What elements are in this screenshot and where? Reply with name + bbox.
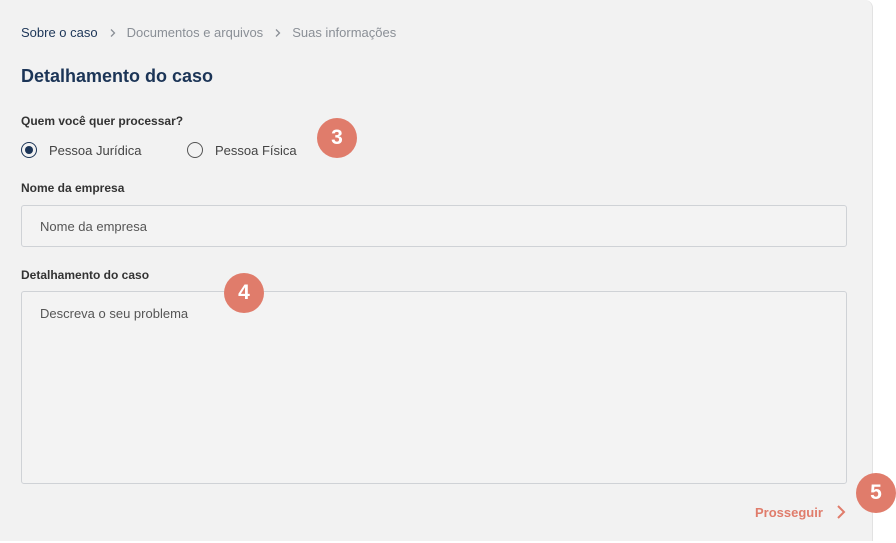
radio-unchecked-icon[interactable]	[187, 142, 203, 158]
step-badge-4: 4	[224, 273, 264, 313]
radio-pessoa-juridica[interactable]: Pessoa Jurídica	[21, 142, 142, 158]
radio-checked-icon[interactable]	[21, 142, 37, 158]
question-label: Quem você quer processar?	[21, 114, 184, 128]
prosseguir-button[interactable]: Prosseguir	[755, 504, 847, 520]
step-badge-3: 3	[317, 118, 357, 158]
breadcrumb-item-suas-informacoes[interactable]: Suas informações	[292, 25, 396, 40]
radio-label-juridica: Pessoa Jurídica	[49, 142, 142, 158]
step-badge-5: 5	[856, 473, 896, 513]
breadcrumb: Sobre o caso Documentos e arquivos Suas …	[21, 25, 396, 40]
breadcrumb-item-documentos[interactable]: Documentos e arquivos	[127, 25, 264, 40]
case-details-textarea[interactable]	[21, 291, 847, 484]
radio-dot	[25, 146, 33, 154]
radio-pessoa-fisica[interactable]: Pessoa Física	[187, 142, 297, 158]
chevron-right-icon	[275, 28, 281, 37]
radio-label-fisica: Pessoa Física	[215, 142, 297, 158]
page-title: Detalhamento do caso	[21, 66, 214, 86]
chevron-right-icon	[110, 28, 116, 37]
breadcrumb-item-sobre-o-caso[interactable]: Sobre o caso	[21, 25, 98, 40]
case-details-label: Detalhamento do caso	[21, 268, 150, 282]
company-name-input[interactable]	[21, 205, 847, 247]
chevron-right-icon	[837, 505, 846, 519]
company-name-label: Nome da empresa	[21, 181, 125, 195]
prosseguir-label: Prosseguir	[755, 504, 823, 520]
form-card: Sobre o caso Documentos e arquivos Suas …	[0, 0, 873, 541]
